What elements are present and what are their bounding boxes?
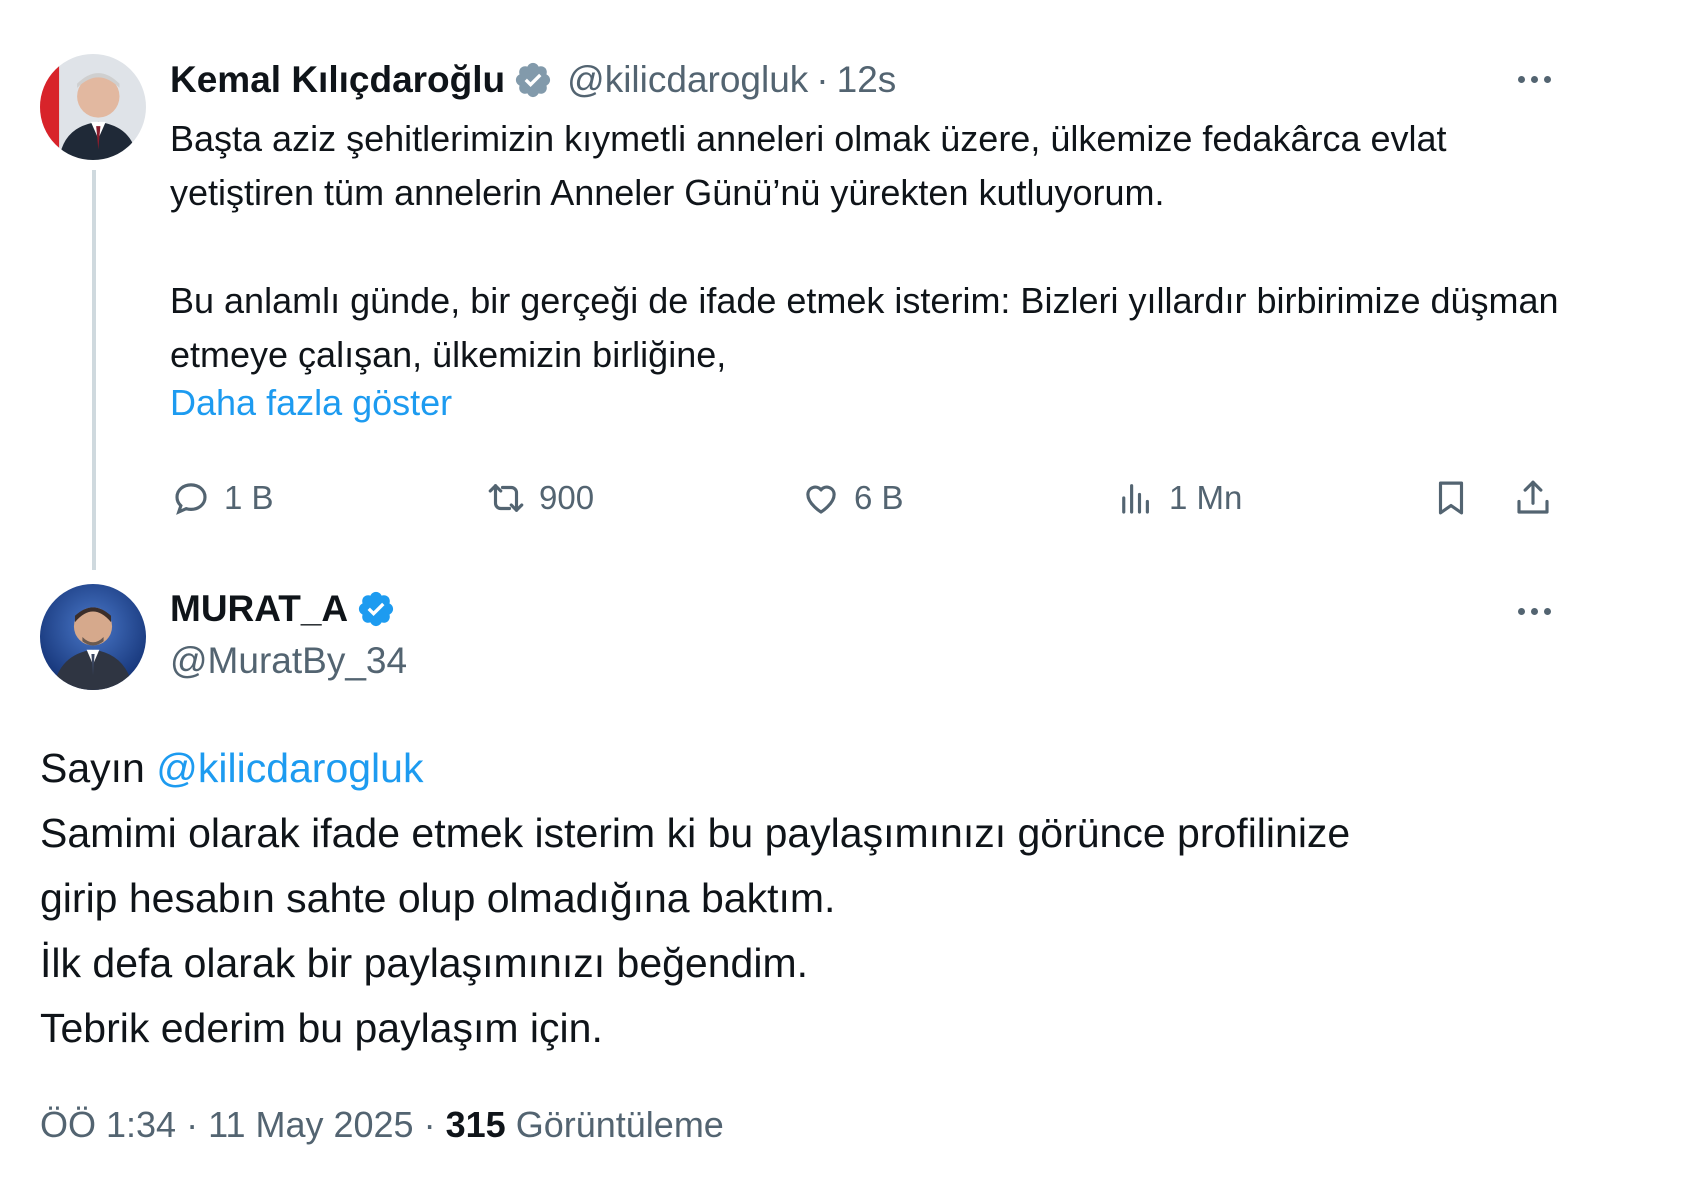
reply-line: Sayın @kilicdarogluk	[40, 736, 1640, 801]
greeting: Sayın	[40, 745, 145, 791]
meta-views-label: Görüntüleme	[515, 1104, 724, 1145]
display-name[interactable]: Kemal Kılıçdaroğlu	[170, 59, 505, 101]
reply-count: 1 B	[224, 479, 274, 516]
separator: ·	[816, 59, 829, 100]
avatar-image	[40, 54, 146, 160]
timestamp[interactable]: 12s	[837, 59, 897, 101]
reply-icon	[175, 483, 207, 515]
reply-line: girip hesabın sahte olup olmadığına bakt…	[40, 875, 836, 921]
meta-time[interactable]: ÖÖ 1:34	[40, 1104, 176, 1145]
reply-line: Samimi olarak ifade etmek isterim ki bu …	[40, 810, 1351, 856]
views-count: 1 Mn	[1169, 479, 1243, 516]
handle[interactable]: @kilicdarogluk	[567, 59, 808, 101]
thread-connector	[92, 170, 96, 570]
more-options-button[interactable]	[1506, 64, 1562, 94]
more-dot-icon	[1543, 607, 1551, 615]
tweet-actions: 1 B 900 6 B 1 Mn	[170, 470, 1570, 526]
bookmark-icon	[1438, 481, 1464, 515]
verified-badge-icon	[516, 62, 551, 98]
separator: ·	[423, 1104, 436, 1145]
bookmark-button[interactable]	[1430, 470, 1472, 526]
reply-button[interactable]: 1 B	[170, 470, 274, 526]
views-button[interactable]: 1 Mn	[1115, 470, 1242, 526]
meta-date[interactable]: 11 May 2025	[208, 1104, 413, 1145]
separator: ·	[186, 1104, 199, 1145]
avatar-image	[40, 584, 146, 690]
reply-line: İlk defa olarak bir paylaşımınızı beğend…	[40, 940, 808, 986]
more-dot-icon	[1530, 607, 1538, 615]
share-icon	[1517, 480, 1549, 514]
reply-header: MURAT_A	[170, 584, 396, 634]
reply-text: Sayın @kilicdarogluk Samimi olarak ifade…	[40, 736, 1640, 1061]
reply-line: Tebrik ederim bu paylaşım için.	[40, 1005, 603, 1051]
tweet-paragraph: Bu anlamlı günde, bir gerçeği de ifade e…	[170, 280, 1559, 375]
verified-badge-icon	[359, 591, 394, 627]
display-name[interactable]: MURAT_A	[170, 588, 348, 630]
tweet-thread: Kemal Kılıçdaroğlu @kilicdarogluk · 12s …	[0, 0, 1700, 1188]
like-button[interactable]: 6 B	[800, 470, 904, 526]
more-dot-icon	[1530, 75, 1538, 83]
more-dot-icon	[1543, 75, 1551, 83]
meta-views-count: 315	[445, 1104, 506, 1145]
handle[interactable]: @MuratBy_34	[170, 640, 407, 682]
like-count: 6 B	[854, 479, 904, 516]
tweet-meta: ÖÖ 1:34 · 11 May 2025 · 315 Görüntüleme	[40, 1104, 724, 1146]
more-options-button[interactable]	[1506, 596, 1562, 626]
retweet-count: 900	[539, 479, 595, 516]
mention-link[interactable]: @kilicdarogluk	[156, 745, 423, 791]
retweet-button[interactable]: 900	[485, 470, 594, 526]
show-more-link[interactable]: Daha fazla göster	[170, 382, 452, 424]
views-icon	[1122, 484, 1149, 514]
retweet-icon	[488, 484, 524, 512]
avatar-kemal[interactable]	[40, 54, 146, 160]
share-button[interactable]	[1512, 470, 1554, 526]
more-dot-icon	[1517, 607, 1525, 615]
like-icon	[806, 485, 836, 514]
tweet-header: Kemal Kılıçdaroğlu @kilicdarogluk · 12s	[170, 56, 896, 104]
tweet-paragraph: Başta aziz şehitlerimizin kıymetli annel…	[170, 118, 1447, 213]
avatar-murat[interactable]	[40, 584, 146, 690]
tweet-text: Başta aziz şehitlerimizin kıymetli annel…	[170, 112, 1570, 382]
more-dot-icon	[1517, 75, 1525, 83]
